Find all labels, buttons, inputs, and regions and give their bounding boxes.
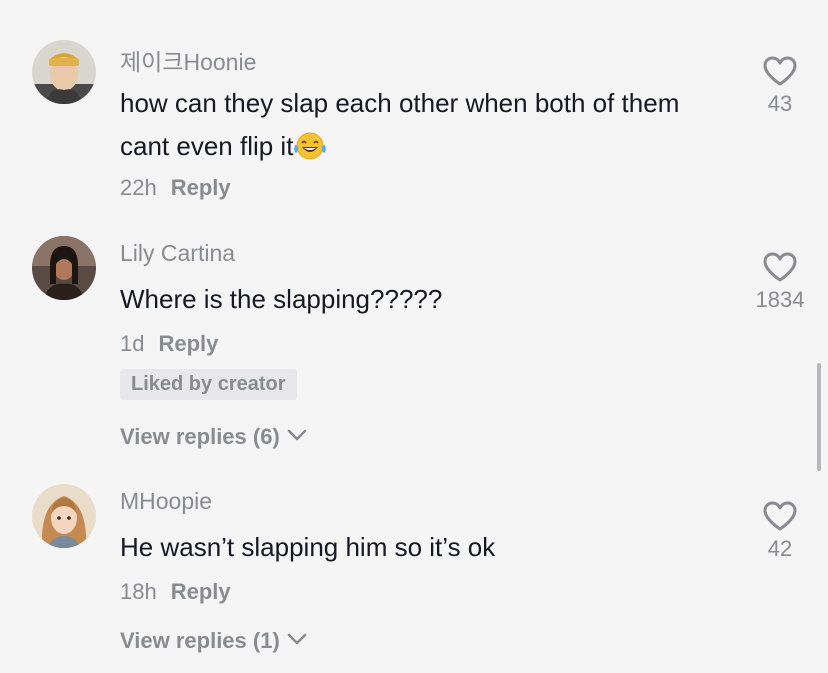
username[interactable]: 제이크Hoonie: [120, 43, 256, 77]
comment-text: how can they slap each other when both o…: [120, 82, 720, 168]
chevron-down-icon: [287, 633, 307, 645]
heart-outline-icon: [763, 501, 797, 531]
like-count: 42: [767, 536, 793, 561]
comment-text: He wasn’t slapping him so it’s ok: [120, 532, 496, 562]
like-count: 1834: [755, 287, 805, 312]
comment-meta: 22h Reply: [120, 175, 231, 201]
comment-meta: 1d Reply: [120, 331, 218, 357]
comment-text-content: how can they slap each other when both o…: [120, 88, 680, 161]
avatar[interactable]: [32, 236, 96, 300]
reply-button[interactable]: Reply: [171, 175, 231, 200]
heart-outline-icon: [763, 252, 797, 282]
username[interactable]: MHoopie: [120, 488, 212, 515]
chevron-down-icon: [287, 429, 307, 441]
comment-meta: 18h Reply: [120, 579, 231, 605]
reply-button[interactable]: Reply: [171, 579, 231, 604]
like-count: 43: [767, 91, 793, 116]
like-button[interactable]: 1834: [735, 251, 825, 313]
comment-text: Where is the slapping?????: [120, 284, 443, 314]
tears-of-joy-emoji-icon: [294, 132, 327, 160]
avatar[interactable]: [32, 40, 96, 104]
username[interactable]: Lily Cartina: [120, 240, 235, 267]
scrollbar[interactable]: [817, 363, 821, 471]
like-button[interactable]: 43: [735, 55, 825, 117]
like-button[interactable]: 42: [735, 500, 825, 562]
comment-time: 18h: [120, 579, 157, 604]
view-replies-button[interactable]: View replies (6): [120, 424, 308, 450]
view-replies-label: View replies (1): [120, 628, 280, 653]
comment-time: 1d: [120, 331, 145, 356]
user-avatar-image: [32, 40, 96, 104]
avatar[interactable]: [32, 484, 96, 548]
user-avatar-image: [32, 484, 96, 548]
comment-time: 22h: [120, 175, 157, 200]
reply-button[interactable]: Reply: [158, 331, 218, 356]
heart-outline-icon: [763, 56, 797, 86]
view-replies-label: View replies (6): [120, 424, 280, 449]
view-replies-button[interactable]: View replies (1): [120, 628, 308, 654]
user-avatar-image: [32, 236, 96, 300]
liked-by-creator-badge: Liked by creator: [120, 369, 297, 400]
